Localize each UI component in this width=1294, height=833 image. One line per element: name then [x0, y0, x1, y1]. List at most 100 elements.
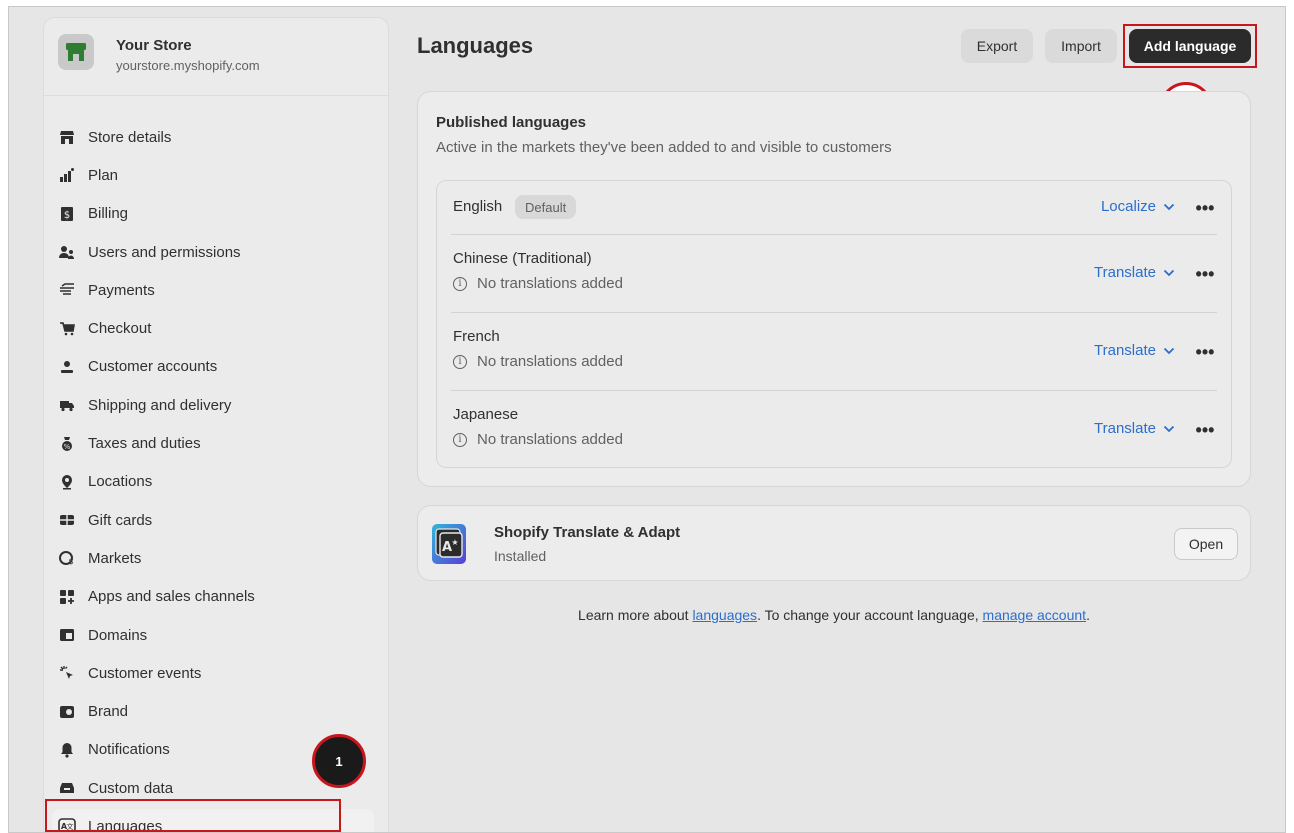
translate-button[interactable]: Translate — [1094, 264, 1175, 281]
sidebar-item-label: Markets — [88, 549, 142, 567]
translate-adapt-app-card: A ★ Shopify Translate & Adapt Installed … — [417, 505, 1251, 581]
custom-data-icon — [58, 779, 76, 797]
sidebar-item-apps[interactable]: Apps and sales channels — [44, 578, 388, 616]
sidebar-item-label: Billing — [88, 205, 129, 223]
card-subtitle: Active in the markets they've been added… — [436, 139, 892, 156]
export-button[interactable]: Export — [961, 29, 1033, 63]
sidebar-item-gift-cards[interactable]: Gift cards — [44, 501, 388, 539]
svg-text:★: ★ — [451, 538, 458, 547]
sidebar-item-label: Users and permissions — [88, 243, 241, 261]
settings-nav: Store details Plan $ Billing Users and p… — [44, 118, 388, 832]
store-icon — [58, 128, 76, 146]
sidebar-item-payments[interactable]: Payments — [44, 271, 388, 309]
language-row-japanese: Japanese i No translations added Transla… — [437, 391, 1231, 469]
more-actions-button[interactable]: ••• — [1195, 420, 1215, 440]
payments-icon — [58, 281, 76, 299]
apps-icon — [58, 588, 76, 606]
app-window: Your Store yourstore.myshopify.com Store… — [8, 6, 1286, 833]
more-actions-button[interactable]: ••• — [1195, 198, 1215, 218]
sidebar-item-label: Shipping and delivery — [88, 396, 232, 414]
sidebar-item-brand[interactable]: Brand — [44, 692, 388, 730]
sidebar-item-label: Brand — [88, 703, 129, 721]
sidebar-item-label: Custom data — [88, 779, 174, 797]
more-actions-button[interactable]: ••• — [1195, 342, 1215, 362]
chevron-down-icon — [1163, 203, 1175, 211]
sidebar-item-store-details[interactable]: Store details — [44, 118, 388, 156]
language-name: English — [453, 198, 503, 215]
sidebar-item-markets[interactable]: $ Markets — [44, 539, 388, 577]
language-name: French — [453, 328, 500, 345]
action-label: Translate — [1094, 342, 1156, 359]
sidebar-item-taxes[interactable]: % Taxes and duties — [44, 424, 388, 462]
svg-text:$: $ — [64, 210, 70, 221]
chevron-down-icon — [1163, 425, 1175, 433]
sidebar-item-plan[interactable]: Plan — [44, 156, 388, 194]
sidebar-item-checkout[interactable]: Checkout — [44, 309, 388, 347]
cart-icon — [58, 320, 76, 338]
status-text: No translations added — [477, 275, 623, 292]
footer-prefix: Learn more about — [578, 607, 693, 623]
action-label: Translate — [1094, 264, 1156, 281]
info-icon: i — [453, 432, 467, 447]
translate-button[interactable]: Translate — [1094, 420, 1175, 437]
chevron-down-icon — [1163, 347, 1175, 355]
language-list: English Default Localize ••• Chinese (Tr… — [436, 180, 1232, 468]
svg-text:%: % — [64, 443, 71, 451]
footer-note: Learn more about languages. To change yo… — [417, 607, 1251, 623]
footer-suffix: . — [1086, 607, 1090, 623]
status-text: No translations added — [477, 431, 623, 448]
sidebar-item-customer-events[interactable]: Customer events — [44, 654, 388, 692]
sidebar-item-domains[interactable]: Domains — [44, 616, 388, 654]
language-name: Japanese — [453, 406, 519, 423]
sidebar-item-users[interactable]: Users and permissions — [44, 233, 388, 271]
sidebar-item-label: Domains — [88, 626, 148, 644]
sidebar-item-label: Customer events — [88, 664, 202, 682]
sidebar-item-label: Payments — [88, 281, 155, 299]
translation-status: i No translations added — [453, 431, 623, 448]
action-label: Localize — [1100, 198, 1156, 215]
translate-adapt-icon: A ★ — [432, 520, 466, 568]
page-title: Languages — [417, 33, 534, 58]
app-status: Installed — [494, 548, 547, 564]
published-languages-card: Published languages Active in the market… — [417, 91, 1251, 487]
sidebar-item-label: Apps and sales channels — [88, 588, 255, 606]
sidebar-item-label: Notifications — [88, 741, 170, 759]
info-icon: i — [453, 276, 467, 291]
app-name: Shopify Translate & Adapt — [494, 524, 681, 541]
sidebar-item-billing[interactable]: $ Billing — [44, 195, 388, 233]
truck-icon — [58, 396, 76, 414]
sidebar-item-label: Taxes and duties — [88, 435, 201, 453]
sidebar-item-locations[interactable]: Locations — [44, 463, 388, 501]
store-header[interactable]: Your Store yourstore.myshopify.com — [44, 18, 388, 96]
markets-icon: $ — [58, 549, 76, 567]
tax-icon: % — [58, 435, 76, 453]
sidebar-item-label: Plan — [88, 166, 119, 184]
translate-button[interactable]: Translate — [1094, 342, 1175, 359]
store-logo-icon — [58, 34, 94, 70]
open-app-button[interactable]: Open — [1174, 528, 1238, 560]
svg-text:$: $ — [68, 557, 73, 566]
more-actions-button[interactable]: ••• — [1195, 264, 1215, 284]
store-url: yourstore.myshopify.com — [116, 58, 260, 73]
settings-sidebar: Your Store yourstore.myshopify.com Store… — [43, 17, 389, 832]
brand-icon — [58, 703, 76, 721]
import-button[interactable]: Import — [1045, 29, 1117, 63]
sidebar-item-label: Locations — [88, 473, 153, 491]
languages-link[interactable]: languages — [692, 607, 757, 623]
localize-button[interactable]: Localize — [1101, 198, 1175, 215]
translation-status: i No translations added — [453, 353, 623, 370]
info-icon: i — [453, 354, 467, 369]
sidebar-item-label: Checkout — [88, 320, 152, 338]
card-title: Published languages — [436, 114, 587, 131]
language-row-french: French i No translations added Translate… — [437, 313, 1231, 391]
sidebar-item-label: Store details — [88, 128, 172, 146]
sidebar-item-customer-accounts[interactable]: Customer accounts — [44, 348, 388, 386]
sidebar-item-shipping[interactable]: Shipping and delivery — [44, 386, 388, 424]
sidebar-item-label: Customer accounts — [88, 358, 218, 376]
chevron-down-icon — [1163, 269, 1175, 277]
step1-marker: 1 — [312, 734, 366, 788]
bell-icon — [58, 741, 76, 759]
step1-highlight-box — [45, 799, 341, 832]
billing-icon: $ — [58, 205, 76, 223]
manage-account-link[interactable]: manage account — [983, 607, 1087, 623]
